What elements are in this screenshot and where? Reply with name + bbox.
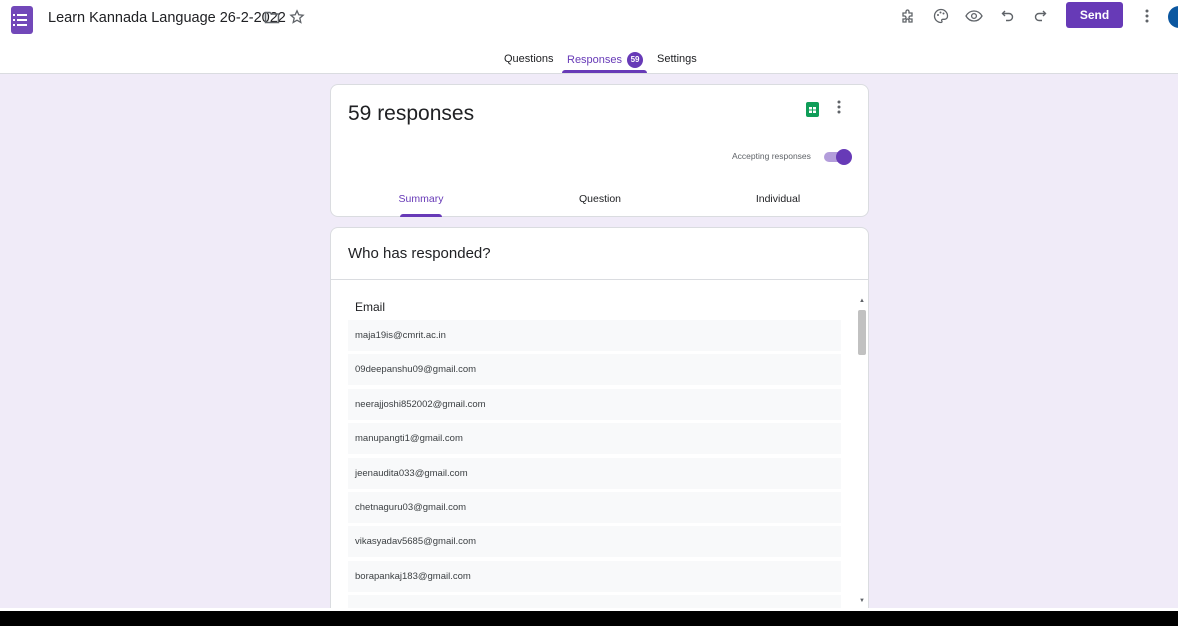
account-avatar[interactable] [1168, 6, 1178, 28]
more-options-icon[interactable] [1137, 6, 1157, 26]
send-button[interactable]: Send [1066, 2, 1123, 28]
tab-settings[interactable]: Settings [657, 53, 697, 65]
top-bar: Learn Kannada Language 26-2-2022 Send Qu… [0, 0, 1178, 74]
scroll-thumb[interactable] [858, 310, 866, 355]
who-responded-card: Who has responded? Email maja19is@cmrit.… [330, 227, 869, 626]
main-tabs: Questions Responses 59 Settings [0, 46, 1178, 74]
list-item: chetnaguru03@gmail.com [348, 491, 841, 523]
tab-questions[interactable]: Questions [504, 53, 554, 65]
active-tab-indicator [562, 70, 647, 73]
scroll-down-arrow-icon[interactable]: ▼ [859, 598, 865, 604]
email-column-header: Email [355, 300, 386, 314]
tab-responses[interactable]: Responses 59 [567, 52, 644, 68]
subtab-individual[interactable]: Individual [728, 193, 828, 205]
toggle-knob [836, 149, 852, 165]
star-icon[interactable] [289, 9, 305, 30]
list-item: jeenaudita033@gmail.com [348, 457, 841, 489]
redo-icon[interactable] [1030, 6, 1050, 26]
window-bottom-border [0, 611, 1178, 626]
who-responded-title: Who has responded? [348, 245, 491, 262]
undo-icon[interactable] [998, 6, 1018, 26]
tab-responses-label: Responses [567, 53, 623, 66]
scroll-up-arrow-icon[interactable]: ▲ [859, 298, 865, 304]
list-item: maja19is@cmrit.ac.in [348, 320, 841, 351]
divider [331, 279, 868, 280]
email-list: maja19is@cmrit.ac.in 09deepanshu09@gmail… [348, 320, 841, 626]
preview-eye-icon[interactable] [964, 6, 984, 26]
list-item: 09deepanshu09@gmail.com [348, 354, 841, 386]
responses-summary-card: 59 responses Accepting responses Summary… [330, 84, 869, 217]
list-item: manupangti1@gmail.com [348, 423, 841, 455]
subtab-question[interactable]: Question [550, 193, 650, 205]
responses-count-badge: 59 [627, 52, 644, 68]
list-item: borapankaj183@gmail.com [348, 560, 841, 592]
add-ons-icon[interactable] [898, 6, 918, 26]
form-title[interactable]: Learn Kannada Language 26-2-2022 [48, 10, 286, 26]
accepting-responses-toggle[interactable] [824, 149, 852, 165]
google-sheets-icon[interactable] [806, 102, 819, 122]
subtab-active-indicator [400, 214, 442, 217]
card-more-options-icon[interactable] [837, 100, 841, 119]
list-item: neerajjoshi852002@gmail.com [348, 388, 841, 420]
subtab-summary[interactable]: Summary [371, 193, 471, 205]
list-item: vikasyadav5685@gmail.com [348, 526, 841, 558]
palette-icon[interactable] [931, 6, 951, 26]
response-count-heading: 59 responses [348, 102, 475, 125]
email-list-scrollbar[interactable]: ▲ ▼ [856, 298, 868, 610]
google-forms-logo-icon[interactable] [11, 6, 33, 34]
accepting-responses-label: Accepting responses [732, 151, 811, 161]
folder-icon[interactable] [264, 10, 280, 29]
